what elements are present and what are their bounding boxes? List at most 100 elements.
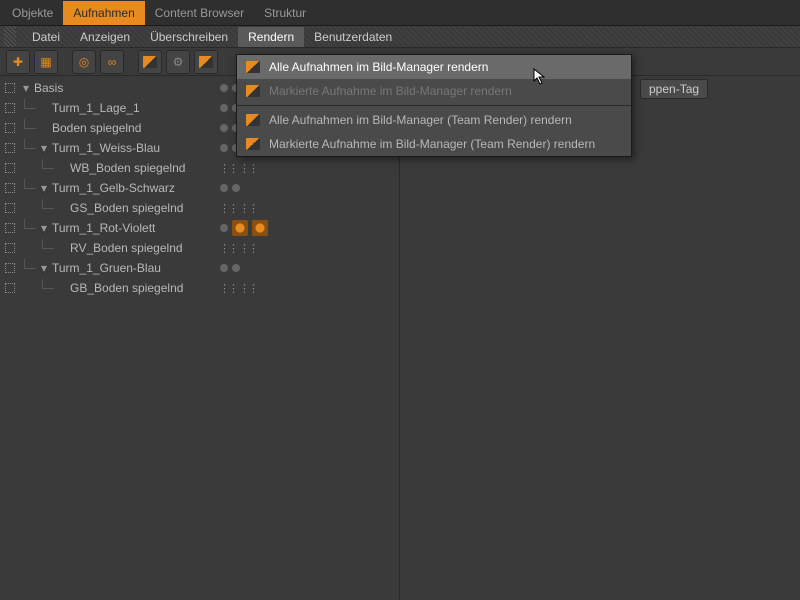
tree-spacer [38, 102, 50, 114]
tree-row[interactable]: RV_Boden spiegelnd [0, 238, 399, 258]
toolbar-btn-7[interactable] [194, 50, 218, 74]
grid-tag-icon[interactable] [240, 200, 256, 216]
scope-icon[interactable] [4, 182, 16, 194]
status-dot-icon[interactable] [220, 84, 228, 92]
clapper-icon [245, 136, 261, 152]
tree-spacer [56, 282, 68, 294]
dropdown-separator [237, 105, 631, 106]
toolbar-btn-6[interactable]: ⚙ [166, 50, 190, 74]
tree-row[interactable]: ▾Turm_1_Gelb-Schwarz [0, 178, 399, 198]
link-icon: ∞ [108, 55, 117, 69]
scope-icon[interactable] [4, 82, 16, 94]
dropdown-item-label: Alle Aufnahmen im Bild-Manager rendern [269, 60, 488, 74]
chevron-down-icon[interactable]: ▾ [20, 82, 32, 94]
scope-icon[interactable] [4, 242, 16, 254]
tree-row[interactable]: GB_Boden spiegelnd [0, 278, 399, 298]
clapper-icon [245, 83, 261, 99]
tree-spacer [38, 122, 50, 134]
gear-icon: ⚙ [173, 55, 184, 69]
chevron-down-icon[interactable]: ▾ [38, 182, 50, 194]
tree-spacer [56, 162, 68, 174]
menu-rendern[interactable]: Rendern [238, 27, 304, 47]
grid-tag-icon[interactable] [240, 280, 256, 296]
toolbar-btn-4[interactable]: ∞ [100, 50, 124, 74]
tree-item-label: GS_Boden spiegelnd [70, 201, 183, 215]
scope-icon[interactable] [4, 122, 16, 134]
tree-row[interactable]: WB_Boden spiegelnd [0, 158, 399, 178]
toolbar-btn-2[interactable]: ▦ [34, 50, 58, 74]
tree-item-label: Turm_1_Weiss-Blau [52, 141, 160, 155]
gear-tag-icon[interactable] [252, 220, 268, 236]
tree-row[interactable]: ▾Turm_1_Rot-Violett [0, 218, 399, 238]
scope-icon[interactable] [4, 282, 16, 294]
grid-tag-icon[interactable] [240, 240, 256, 256]
clapper-icon [199, 56, 213, 68]
dropdown-item[interactable]: Alle Aufnahmen im Bild-Manager (Team Ren… [237, 108, 631, 132]
tree-row[interactable]: ▾Turm_1_Gruen-Blau [0, 258, 399, 278]
status-dot-icon[interactable] [220, 124, 228, 132]
tree-item-label: RV_Boden spiegelnd [70, 241, 183, 255]
chevron-down-icon[interactable]: ▾ [38, 262, 50, 274]
grid-tag-icon[interactable] [240, 160, 256, 176]
scope-icon[interactable] [4, 162, 16, 174]
status-dot-icon[interactable] [220, 104, 228, 112]
menu-anzeigen[interactable]: Anzeigen [70, 27, 140, 47]
tree-item-label: Turm_1_Gruen-Blau [52, 261, 161, 275]
top-tabs: ObjekteAufnahmenContent BrowserStruktur [0, 0, 800, 26]
tree-item-label: Turm_1_Rot-Violett [52, 221, 155, 235]
menu-überschreiben[interactable]: Überschreiben [140, 27, 238, 47]
tree-row[interactable]: GS_Boden spiegelnd [0, 198, 399, 218]
menubar-grip[interactable] [4, 26, 16, 47]
clapper-icon [245, 59, 261, 75]
tree-item-label: GB_Boden spiegelnd [70, 281, 183, 295]
scope-icon[interactable] [4, 202, 16, 214]
grid-tag-icon[interactable] [220, 160, 236, 176]
menubar: DateiAnzeigenÜberschreibenRendernBenutze… [0, 26, 800, 48]
status-dot-icon[interactable] [232, 184, 240, 192]
tree-spacer [56, 242, 68, 254]
status-dot-icon[interactable] [220, 184, 228, 192]
clapper-icon [143, 56, 157, 68]
status-dot-icon[interactable] [220, 264, 228, 272]
grid-tag-icon[interactable] [220, 240, 236, 256]
scope-icon[interactable] [4, 262, 16, 274]
chevron-down-icon[interactable]: ▾ [38, 142, 50, 154]
toolbar-btn-1[interactable]: ✚ [6, 50, 30, 74]
dropdown-item: Markierte Aufnahme im Bild-Manager rende… [237, 79, 631, 103]
tag-chip[interactable]: ppen-Tag [640, 79, 708, 99]
grid-tag-icon[interactable] [220, 200, 236, 216]
tree-item-label: WB_Boden spiegelnd [70, 161, 185, 175]
grid-tag-icon[interactable] [220, 280, 236, 296]
top-tab-struktur[interactable]: Struktur [254, 1, 316, 25]
tree-item-label: Turm_1_Lage_1 [52, 101, 140, 115]
film-icon: ▦ [40, 55, 51, 69]
top-tab-content-browser[interactable]: Content Browser [145, 1, 254, 25]
scope-icon[interactable] [4, 142, 16, 154]
top-tab-aufnahmen[interactable]: Aufnahmen [63, 1, 144, 25]
tree-item-label: Turm_1_Gelb-Schwarz [52, 181, 175, 195]
toolbar-btn-5[interactable] [138, 50, 162, 74]
status-dot-icon[interactable] [220, 144, 228, 152]
status-dot-icon[interactable] [232, 264, 240, 272]
render-dropdown: Alle Aufnahmen im Bild-Manager rendern Ma… [236, 54, 632, 157]
top-tab-objekte[interactable]: Objekte [2, 1, 63, 25]
target-icon: ◎ [79, 55, 89, 69]
chevron-down-icon[interactable]: ▾ [38, 222, 50, 234]
scope-icon[interactable] [4, 222, 16, 234]
status-dot-icon[interactable] [220, 224, 228, 232]
scope-icon[interactable] [4, 102, 16, 114]
dropdown-item-label: Markierte Aufnahme im Bild-Manager rende… [269, 84, 512, 98]
tree-item-label: Basis [34, 81, 63, 95]
tree-spacer [56, 202, 68, 214]
dropdown-item[interactable]: Markierte Aufnahme im Bild-Manager (Team… [237, 132, 631, 156]
dropdown-item-label: Alle Aufnahmen im Bild-Manager (Team Ren… [269, 113, 572, 127]
tree-item-label: Boden spiegelnd [52, 121, 141, 135]
toolbar-btn-3[interactable]: ◎ [72, 50, 96, 74]
right-panel [400, 100, 800, 600]
gear-tag-icon[interactable] [232, 220, 248, 236]
clapper-icon [245, 112, 261, 128]
dropdown-item[interactable]: Alle Aufnahmen im Bild-Manager rendern [237, 55, 631, 79]
menu-datei[interactable]: Datei [22, 27, 70, 47]
menu-benutzerdaten[interactable]: Benutzerdaten [304, 27, 402, 47]
dropdown-item-label: Markierte Aufnahme im Bild-Manager (Team… [269, 137, 595, 151]
